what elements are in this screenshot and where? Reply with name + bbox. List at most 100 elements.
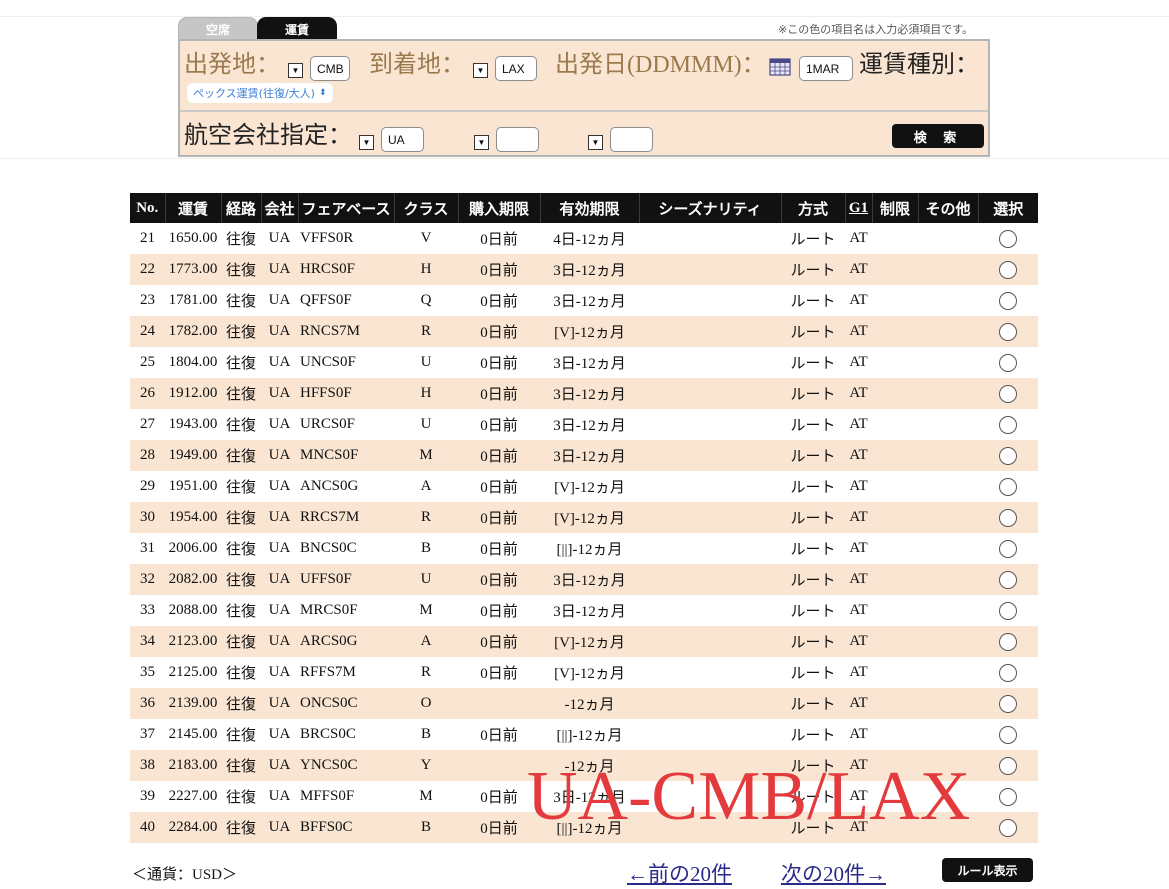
departure-date-input[interactable]: 1MAR <box>799 56 853 81</box>
cell-no: 26 <box>130 378 165 409</box>
cell-route: 往復 <box>221 812 261 843</box>
cell-seasonality <box>639 316 781 347</box>
search-tabs: 空席 運賃 <box>178 17 337 41</box>
airline-3-dropdown-icon[interactable]: ▼ <box>588 135 603 150</box>
cell-other <box>918 719 978 750</box>
cell-class: R <box>394 316 458 347</box>
cell-g1: AT <box>845 657 872 688</box>
airline-2-input[interactable] <box>496 127 539 152</box>
cell-seasonality <box>639 781 781 812</box>
cell-fare-basis: BRCS0C <box>298 719 394 750</box>
panel-divider <box>180 110 988 112</box>
select-radio[interactable] <box>999 601 1017 620</box>
origin-input[interactable]: CMB <box>310 56 350 81</box>
airline-1-input[interactable]: UA <box>381 127 424 152</box>
cell-fare: 1804.00 <box>165 347 221 378</box>
fare-type-select[interactable]: ペックス運賃(往復/大人) ⬍ <box>187 83 333 103</box>
cell-seasonality <box>639 471 781 502</box>
select-radio[interactable] <box>999 756 1017 775</box>
cell-g1: AT <box>845 595 872 626</box>
table-row: 31 2006.00 往復 UA BNCS0C B 0日前 [||]-12ヵ月 ルート AT <box>130 533 1038 564</box>
header-g1-link[interactable]: G1 <box>844 193 872 223</box>
select-radio[interactable] <box>999 725 1017 744</box>
select-radio[interactable] <box>999 322 1017 341</box>
prev-20-link[interactable]: ←前の20件 <box>627 858 732 888</box>
select-radio[interactable] <box>999 663 1017 682</box>
tab-fare[interactable]: 運賃 <box>257 17 337 41</box>
select-radio[interactable] <box>999 446 1017 465</box>
cell-other <box>918 440 978 471</box>
next-20-link[interactable]: 次の20件→ <box>781 858 886 888</box>
cell-route: 往復 <box>221 285 261 316</box>
select-radio[interactable] <box>999 477 1017 496</box>
select-radio[interactable] <box>999 291 1017 310</box>
cell-other <box>918 285 978 316</box>
cell-seasonality <box>639 595 781 626</box>
cell-restrictions <box>872 533 918 564</box>
cell-select <box>978 347 1038 378</box>
cell-purchase-deadline: 0日前 <box>458 564 540 595</box>
cell-g1: AT <box>845 781 872 812</box>
cell-airline: UA <box>261 254 298 285</box>
cell-g1: AT <box>845 254 872 285</box>
cell-select <box>978 254 1038 285</box>
cell-validity: [V]-12ヵ月 <box>540 471 639 502</box>
fare-table: No. 運賃 経路 会社 フェアベース クラス 購入期限 有効期限 シーズナリテ… <box>130 193 1038 843</box>
cell-class: M <box>394 595 458 626</box>
cell-seasonality <box>639 347 781 378</box>
origin-dropdown-icon[interactable]: ▼ <box>288 63 303 78</box>
cell-airline: UA <box>261 564 298 595</box>
panel-bottom-divider <box>0 158 1169 159</box>
select-radio[interactable] <box>999 539 1017 558</box>
search-button[interactable]: 検 索 <box>892 124 984 148</box>
cell-select <box>978 471 1038 502</box>
cell-seasonality <box>639 688 781 719</box>
cell-validity: 3日-12ヵ月 <box>540 440 639 471</box>
cell-restrictions <box>872 564 918 595</box>
cell-fare: 2082.00 <box>165 564 221 595</box>
destination-dropdown-icon[interactable]: ▼ <box>473 63 488 78</box>
cell-restrictions <box>872 223 918 254</box>
cell-class: R <box>394 657 458 688</box>
select-radio[interactable] <box>999 260 1017 279</box>
select-radio[interactable] <box>999 818 1017 837</box>
airline-2-dropdown-icon[interactable]: ▼ <box>474 135 489 150</box>
cell-seasonality <box>639 657 781 688</box>
tab-vacancy[interactable]: 空席 <box>178 17 258 41</box>
rule-display-button[interactable]: ルール表示 <box>942 858 1033 882</box>
cell-route: 往復 <box>221 254 261 285</box>
departure-date-label: 出発日(DDMMM)： <box>555 52 766 78</box>
header-purchase-deadline: 購入期限 <box>457 193 540 223</box>
cell-purchase-deadline: 0日前 <box>458 471 540 502</box>
select-radio[interactable] <box>999 353 1017 372</box>
cell-no: 34 <box>130 626 165 657</box>
cell-purchase-deadline: 0日前 <box>458 254 540 285</box>
select-radio[interactable] <box>999 229 1017 248</box>
cell-validity: [V]-12ヵ月 <box>540 502 639 533</box>
destination-input[interactable]: LAX <box>495 56 537 81</box>
calendar-icon[interactable] <box>769 58 791 76</box>
cell-purchase-deadline <box>458 688 540 719</box>
select-radio[interactable] <box>999 787 1017 806</box>
cell-g1: AT <box>845 533 872 564</box>
cell-restrictions <box>872 285 918 316</box>
cell-purchase-deadline: 0日前 <box>458 440 540 471</box>
airline-1-dropdown-icon[interactable]: ▼ <box>359 135 374 150</box>
select-radio[interactable] <box>999 632 1017 651</box>
select-radio[interactable] <box>999 508 1017 527</box>
select-radio[interactable] <box>999 415 1017 434</box>
cell-airline: UA <box>261 781 298 812</box>
select-radio[interactable] <box>999 694 1017 713</box>
cell-no: 32 <box>130 564 165 595</box>
cell-no: 36 <box>130 688 165 719</box>
airline-3-input[interactable] <box>610 127 653 152</box>
cell-class: R <box>394 502 458 533</box>
cell-class: B <box>394 812 458 843</box>
select-radio[interactable] <box>999 570 1017 589</box>
cell-airline: UA <box>261 812 298 843</box>
cell-select <box>978 750 1038 781</box>
cell-select <box>978 316 1038 347</box>
cell-method: ルート <box>781 750 845 781</box>
cell-no: 30 <box>130 502 165 533</box>
select-radio[interactable] <box>999 384 1017 403</box>
